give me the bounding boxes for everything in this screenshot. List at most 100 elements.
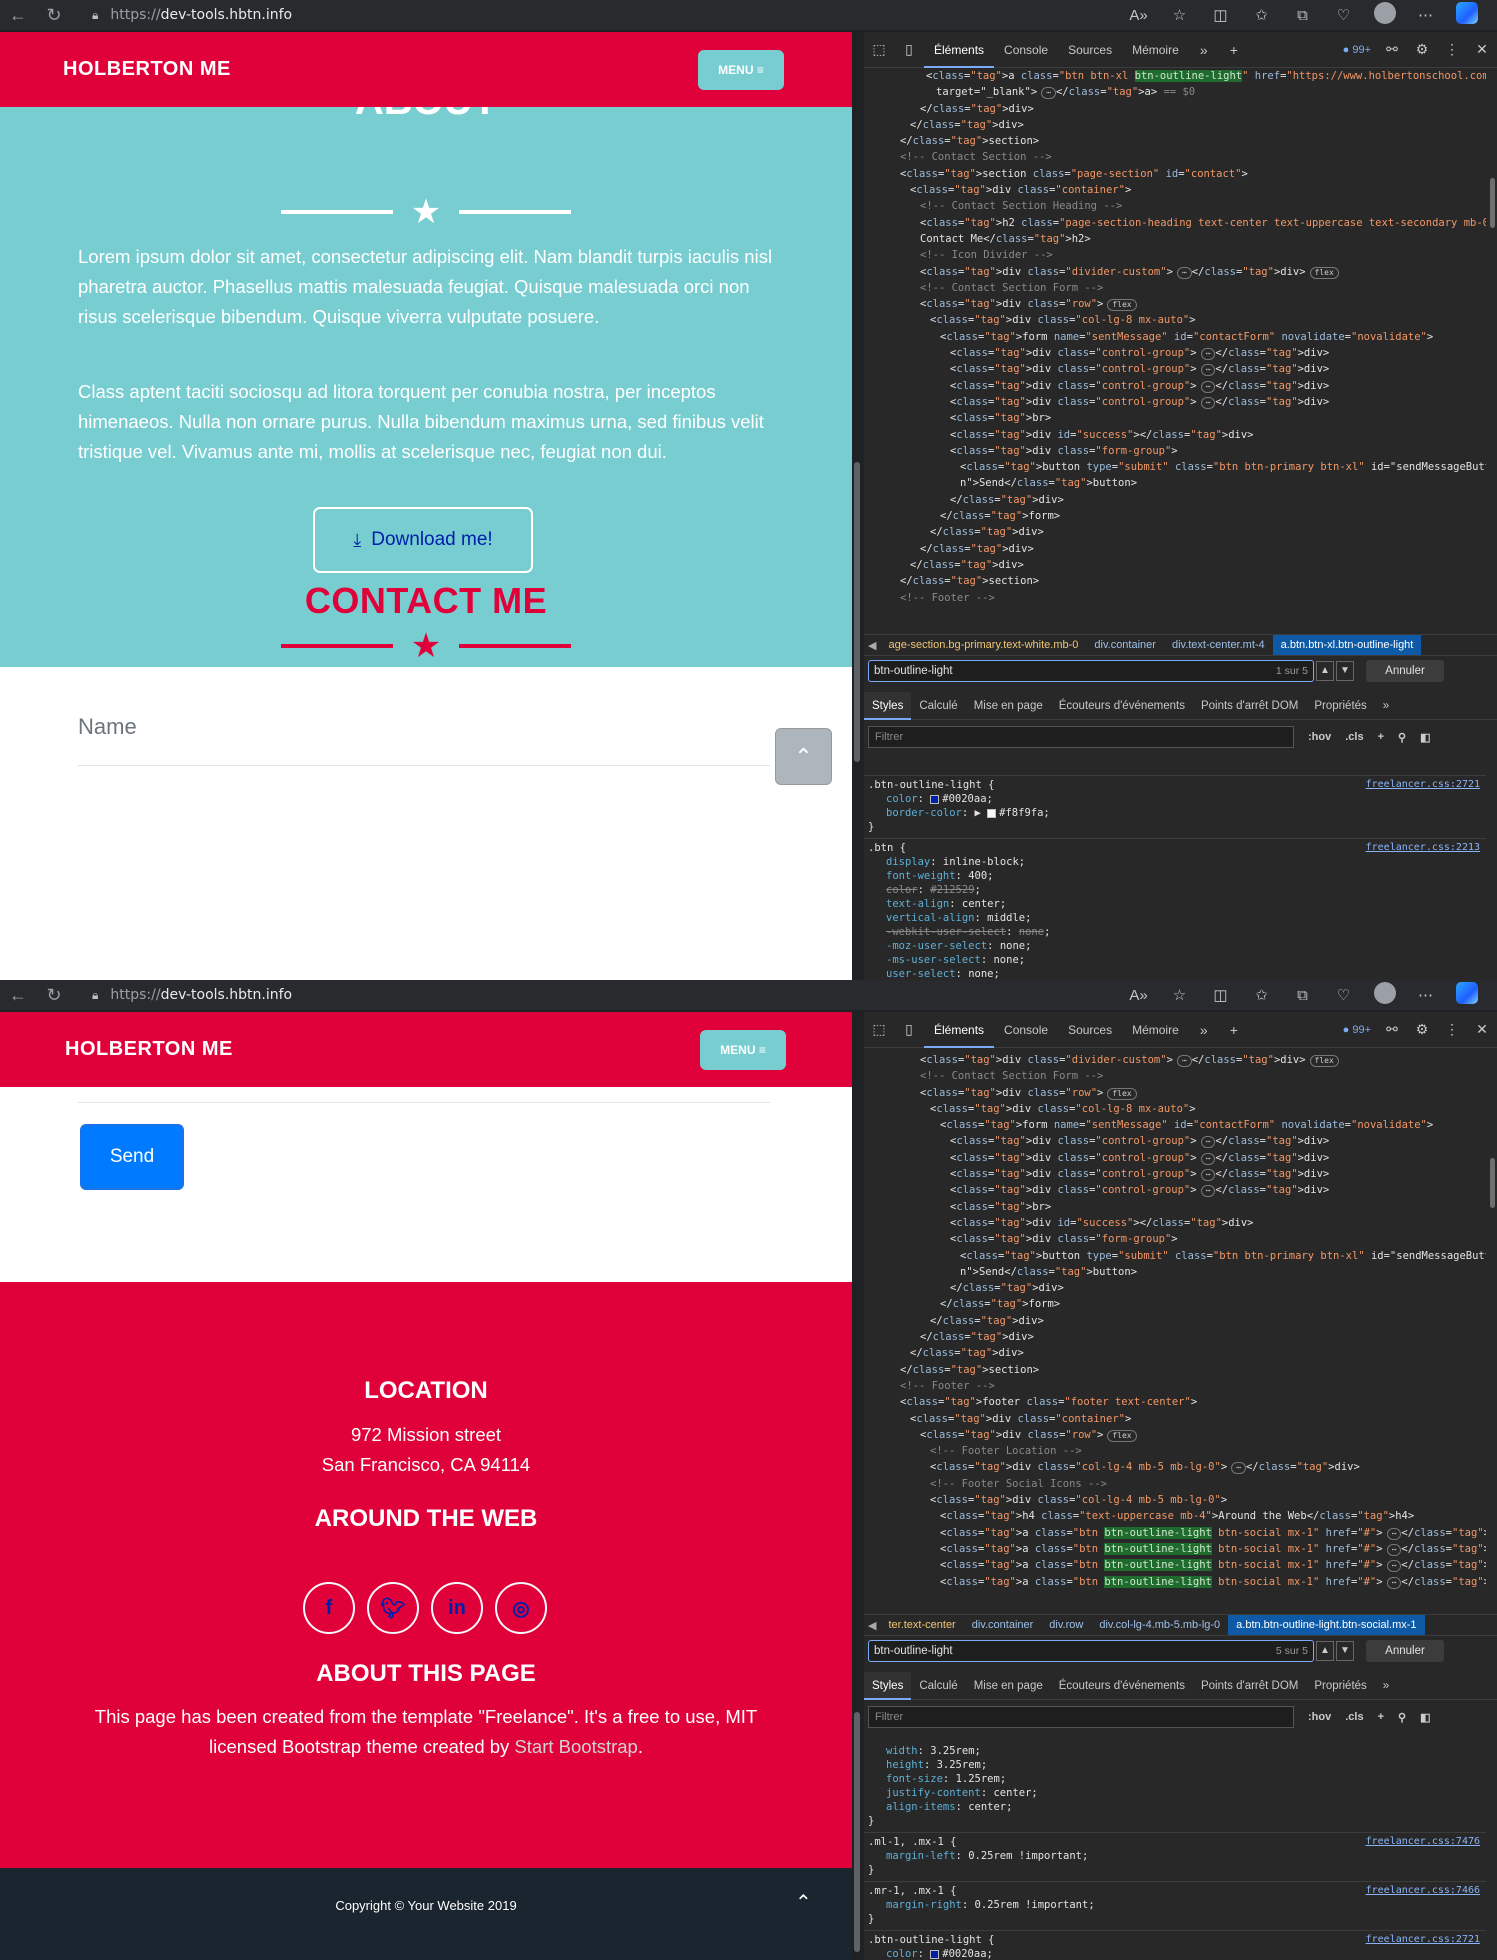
breadcrumb-scroll-left-icon[interactable]: ◀ <box>864 639 880 652</box>
dom-node-line[interactable]: <class="tag">div class="divider-custom">… <box>864 264 1486 280</box>
dom-node-line[interactable]: <class="tag">div class="control-group"> ⋯… <box>864 1133 1486 1149</box>
dom-node-line[interactable]: <!-- Footer --> <box>864 590 1486 606</box>
add-tab-icon[interactable]: + <box>1219 1022 1249 1038</box>
device-toolbar-icon[interactable]: ▯ <box>894 41 924 58</box>
style-declaration[interactable]: width: 3.25rem; <box>868 1744 1486 1758</box>
favorite-icon[interactable]: ☆ <box>1159 986 1200 1004</box>
page-scrollbar[interactable] <box>852 32 862 980</box>
tab-sources[interactable]: Sources <box>1058 32 1122 68</box>
style-declaration[interactable]: font-weight: 400; <box>868 869 1486 883</box>
address-bar[interactable]: 🔒︎ https://dev-tools.hbtn.info <box>92 982 292 1008</box>
favorites-bar-icon[interactable]: ✩ <box>1241 6 1282 24</box>
tab-properties[interactable]: Propriétés <box>1306 1672 1374 1700</box>
dom-node-line[interactable]: <class="tag">div class="col-lg-8 mx-auto… <box>864 312 1486 328</box>
dom-scrollbar[interactable] <box>1487 68 1497 638</box>
cls-toggle[interactable]: .cls <box>1345 731 1363 743</box>
close-icon[interactable]: ✕ <box>1467 41 1497 58</box>
style-declaration[interactable]: user-select: none; <box>868 967 1486 980</box>
menu-button[interactable]: MENU ≡ <box>700 1030 786 1070</box>
refresh-icon[interactable]: ↻ <box>36 980 72 1010</box>
dom-node-line[interactable]: target="_blank"> ⋯ </class="tag">a> == $0 <box>864 84 1486 100</box>
dom-scrollbar[interactable] <box>1487 1048 1497 1618</box>
dom-node-line[interactable]: <class="tag">div class="row"> flex <box>864 1085 1486 1101</box>
style-rule[interactable]: .mr-1, .mx-1 { freelancer.css:7466 margi… <box>864 1882 1486 1931</box>
profile-avatar[interactable] <box>1364 982 1405 1008</box>
dom-node-line[interactable]: <class="tag">br> <box>864 1199 1486 1215</box>
dom-node-line[interactable]: </class="tag">section> <box>864 133 1486 149</box>
connection-icon[interactable]: ⚯ <box>1377 41 1407 58</box>
split-screen-icon[interactable]: ◫ <box>1200 6 1241 24</box>
dom-node-line[interactable]: <class="tag">div class="divider-custom">… <box>864 1052 1486 1068</box>
search-prev-button[interactable]: ▲ <box>1316 1641 1334 1661</box>
style-source-link[interactable]: freelancer.css:2721 <box>1366 1933 1480 1947</box>
split-screen-icon[interactable]: ◫ <box>1200 986 1241 1004</box>
inspect-icon[interactable]: ⬚ <box>864 41 894 58</box>
style-declaration[interactable]: display: inline-block; <box>868 855 1486 869</box>
dom-node-line[interactable]: Contact Me</class="tag">h2> <box>864 231 1486 247</box>
sidebar-toggle-icon[interactable]: ◧ <box>1420 731 1430 744</box>
hov-toggle[interactable]: :hov <box>1308 731 1331 743</box>
dom-node-line[interactable]: </class="tag">div> <box>864 117 1486 133</box>
dom-node-line[interactable]: </class="tag">div> <box>864 541 1486 557</box>
search-prev-button[interactable]: ▲ <box>1316 661 1334 681</box>
styles-filter-input[interactable]: Filtrer <box>868 1706 1294 1728</box>
style-source-link[interactable]: freelancer.css:2721 <box>1366 778 1480 792</box>
paint-icon[interactable]: ⚲ <box>1398 1711 1406 1724</box>
style-source-link[interactable]: freelancer.css:2213 <box>1366 841 1480 855</box>
breadcrumb-item[interactable]: age-section.bg-primary.text-white.mb-0 <box>880 639 1086 651</box>
tab-computed[interactable]: Calculé <box>911 1672 965 1700</box>
dom-node-line[interactable]: <!-- Footer --> <box>864 1378 1486 1394</box>
style-declaration[interactable]: align-items: center; <box>868 1800 1486 1814</box>
copilot-icon[interactable] <box>1446 982 1487 1008</box>
breadcrumb-scroll-left-icon[interactable]: ◀ <box>864 1619 880 1632</box>
name-field[interactable]: Name <box>78 714 137 740</box>
style-declaration[interactable]: vertical-align: middle; <box>868 911 1486 925</box>
breadcrumb-item[interactable]: div.container <box>1086 639 1164 651</box>
dom-node-line[interactable]: <class="tag">div class="container"> <box>864 1411 1486 1427</box>
hov-toggle[interactable]: :hov <box>1308 1711 1331 1723</box>
style-source-link[interactable]: freelancer.css:7466 <box>1366 1884 1480 1898</box>
settings-icon[interactable]: ⚙ <box>1407 41 1437 58</box>
browser-essentials-icon[interactable]: ♡ <box>1323 986 1364 1004</box>
search-next-button[interactable]: ▼ <box>1336 1641 1354 1661</box>
style-rule[interactable]: .ml-1, .mx-1 { freelancer.css:7476 margi… <box>864 1833 1486 1882</box>
site-brand[interactable]: HOLBERTON ME <box>65 1012 233 1087</box>
dom-node-line[interactable]: <class="tag">div class="col-lg-4 mb-5 mb… <box>864 1492 1486 1508</box>
tab-styles[interactable]: Styles <box>864 691 912 720</box>
dom-node-line[interactable]: </class="tag">form> <box>864 1296 1486 1312</box>
refresh-icon[interactable]: ↻ <box>36 0 72 30</box>
dom-node-line[interactable]: <class="tag">div class="control-group"> ⋯… <box>864 378 1486 394</box>
favorites-bar-icon[interactable]: ✩ <box>1241 986 1282 1004</box>
tab-elements[interactable]: Éléments <box>924 32 995 68</box>
back-icon[interactable]: ← <box>0 0 36 30</box>
tab-console[interactable]: Console <box>994 1012 1058 1048</box>
style-source-link[interactable]: freelancer.css:7476 <box>1366 1835 1480 1849</box>
dom-node-line[interactable]: <class="tag">div class="control-group"> ⋯… <box>864 394 1486 410</box>
start-bootstrap-link[interactable]: Start Bootstrap <box>514 1736 637 1757</box>
inspect-icon[interactable]: ⬚ <box>864 1021 894 1038</box>
page-scrollbar[interactable] <box>852 1012 862 1960</box>
dom-node-line[interactable]: </class="tag">div> <box>864 1345 1486 1361</box>
send-button[interactable]: Send <box>80 1124 184 1190</box>
dom-node-line[interactable]: <class="tag">div id="success"></class="t… <box>864 1215 1486 1231</box>
more-panes-icon[interactable]: » <box>1375 1672 1397 1700</box>
dom-node-line[interactable]: <class="tag">div class="control-group"> ⋯… <box>864 1166 1486 1182</box>
search-next-button[interactable]: ▼ <box>1336 661 1354 681</box>
more-tabs-icon[interactable]: » <box>1189 1022 1219 1038</box>
breadcrumb-item[interactable]: div.text-center.mt-4 <box>1164 639 1273 651</box>
search-cancel-button[interactable]: Annuler <box>1366 1640 1444 1662</box>
dom-node-line[interactable]: </class="tag">div> <box>864 1329 1486 1345</box>
device-toolbar-icon[interactable]: ▯ <box>894 1021 924 1038</box>
dom-node-line[interactable]: </class="tag">form> <box>864 508 1486 524</box>
dom-node-line[interactable]: <class="tag">h4 class="text-uppercase mb… <box>864 1508 1486 1524</box>
dom-node-line[interactable]: <class="tag">footer class="footer text-c… <box>864 1394 1486 1410</box>
style-declaration[interactable]: text-align: center; <box>868 897 1486 911</box>
new-rule-icon[interactable]: + <box>1378 731 1384 743</box>
dom-node-line[interactable]: <!-- Contact Section Form --> <box>864 280 1486 296</box>
dribbble-icon[interactable]: ◎ <box>495 1582 547 1634</box>
dom-node-line[interactable]: <class="tag">div class="col-lg-4 mb-5 mb… <box>864 1459 1486 1475</box>
tab-computed[interactable]: Calculé <box>911 692 965 720</box>
style-declaration[interactable]: -webkit-user-select: none; <box>868 925 1486 939</box>
read-aloud-icon[interactable]: A» <box>1118 7 1159 24</box>
more-icon[interactable]: ⋯ <box>1405 6 1446 24</box>
